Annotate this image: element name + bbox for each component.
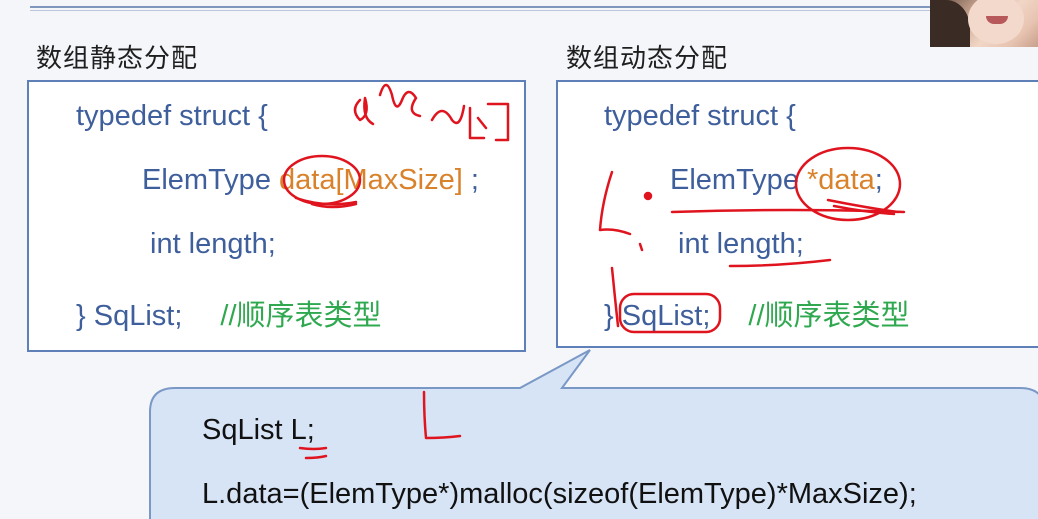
callout-bubble xyxy=(149,349,1038,519)
callout-line2: L.data=(ElemType*)malloc(sizeof(ElemType… xyxy=(202,478,917,510)
callout-line1: SqList L; xyxy=(202,414,315,446)
